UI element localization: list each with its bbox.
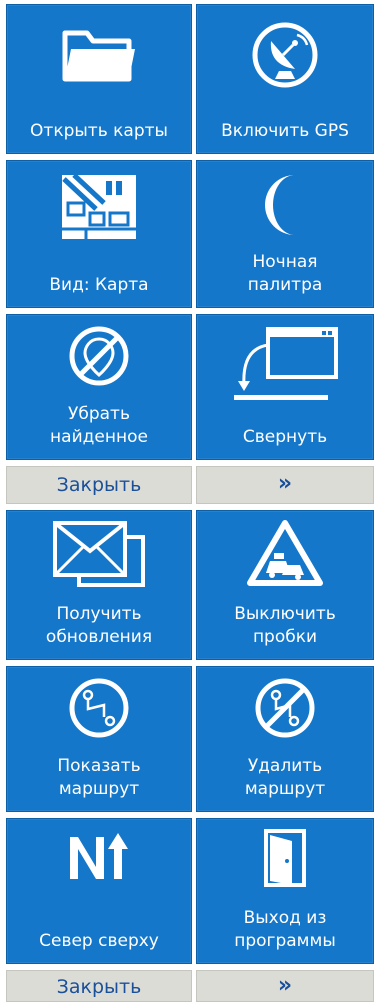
satellite-dish-icon: [197, 19, 373, 91]
folder-icon: [7, 23, 191, 87]
exit-program-button[interactable]: Выход из программы: [196, 818, 374, 964]
delete-route-icon: [197, 677, 373, 739]
route-icon: [7, 677, 191, 739]
enable-gps-label: Включить GPS: [221, 121, 349, 141]
delete-route-label: Удалить маршрут: [244, 756, 326, 799]
minimize-button[interactable]: Свернуть: [196, 314, 374, 460]
close-button[interactable]: Закрыть: [6, 970, 192, 1002]
map-icon: [7, 173, 191, 241]
get-updates-label: Получить обновления: [45, 604, 153, 647]
get-updates-button[interactable]: Получить обновления: [6, 510, 192, 660]
disable-traffic-label: Выключить пробки: [234, 604, 336, 647]
delete-route-button[interactable]: Удалить маршрут: [196, 666, 374, 812]
clear-found-button[interactable]: Убрать найденное: [6, 314, 192, 460]
crescent-moon-icon: [197, 173, 373, 237]
clear-found-icon: [7, 325, 191, 387]
view-map-button[interactable]: Вид: Карта: [6, 160, 192, 308]
exit-door-icon: [197, 829, 373, 887]
enable-gps-button[interactable]: Включить GPS: [196, 4, 374, 154]
traffic-warning-icon: [197, 519, 373, 589]
disable-traffic-button[interactable]: Выключить пробки: [196, 510, 374, 660]
exit-program-label: Выход из программы: [234, 908, 336, 951]
show-route-button[interactable]: Показать маршрут: [6, 666, 192, 812]
minimize-label: Свернуть: [242, 427, 328, 447]
north-up-button[interactable]: Север сверху: [6, 818, 192, 964]
view-map-label: Вид: Карта: [49, 275, 149, 295]
show-route-label: Показать маршрут: [57, 756, 141, 799]
more-button[interactable]: »: [196, 466, 374, 504]
more-button[interactable]: »: [196, 970, 374, 1002]
minimize-window-icon: [197, 325, 373, 405]
night-palette-button[interactable]: Ночная палитра: [196, 160, 374, 308]
close-button[interactable]: Закрыть: [6, 466, 192, 504]
envelopes-icon: [7, 519, 191, 591]
north-up-label: Север сверху: [39, 931, 159, 951]
north-up-icon: [7, 831, 191, 883]
clear-found-label: Убрать найденное: [50, 404, 148, 447]
menu-screen: Открыть карты Включить GPS Вид: Карта Но…: [0, 0, 378, 1002]
night-palette-label: Ночная палитра: [247, 252, 323, 295]
open-maps-button[interactable]: Открыть карты: [6, 4, 192, 154]
open-maps-label: Открыть карты: [30, 121, 168, 141]
